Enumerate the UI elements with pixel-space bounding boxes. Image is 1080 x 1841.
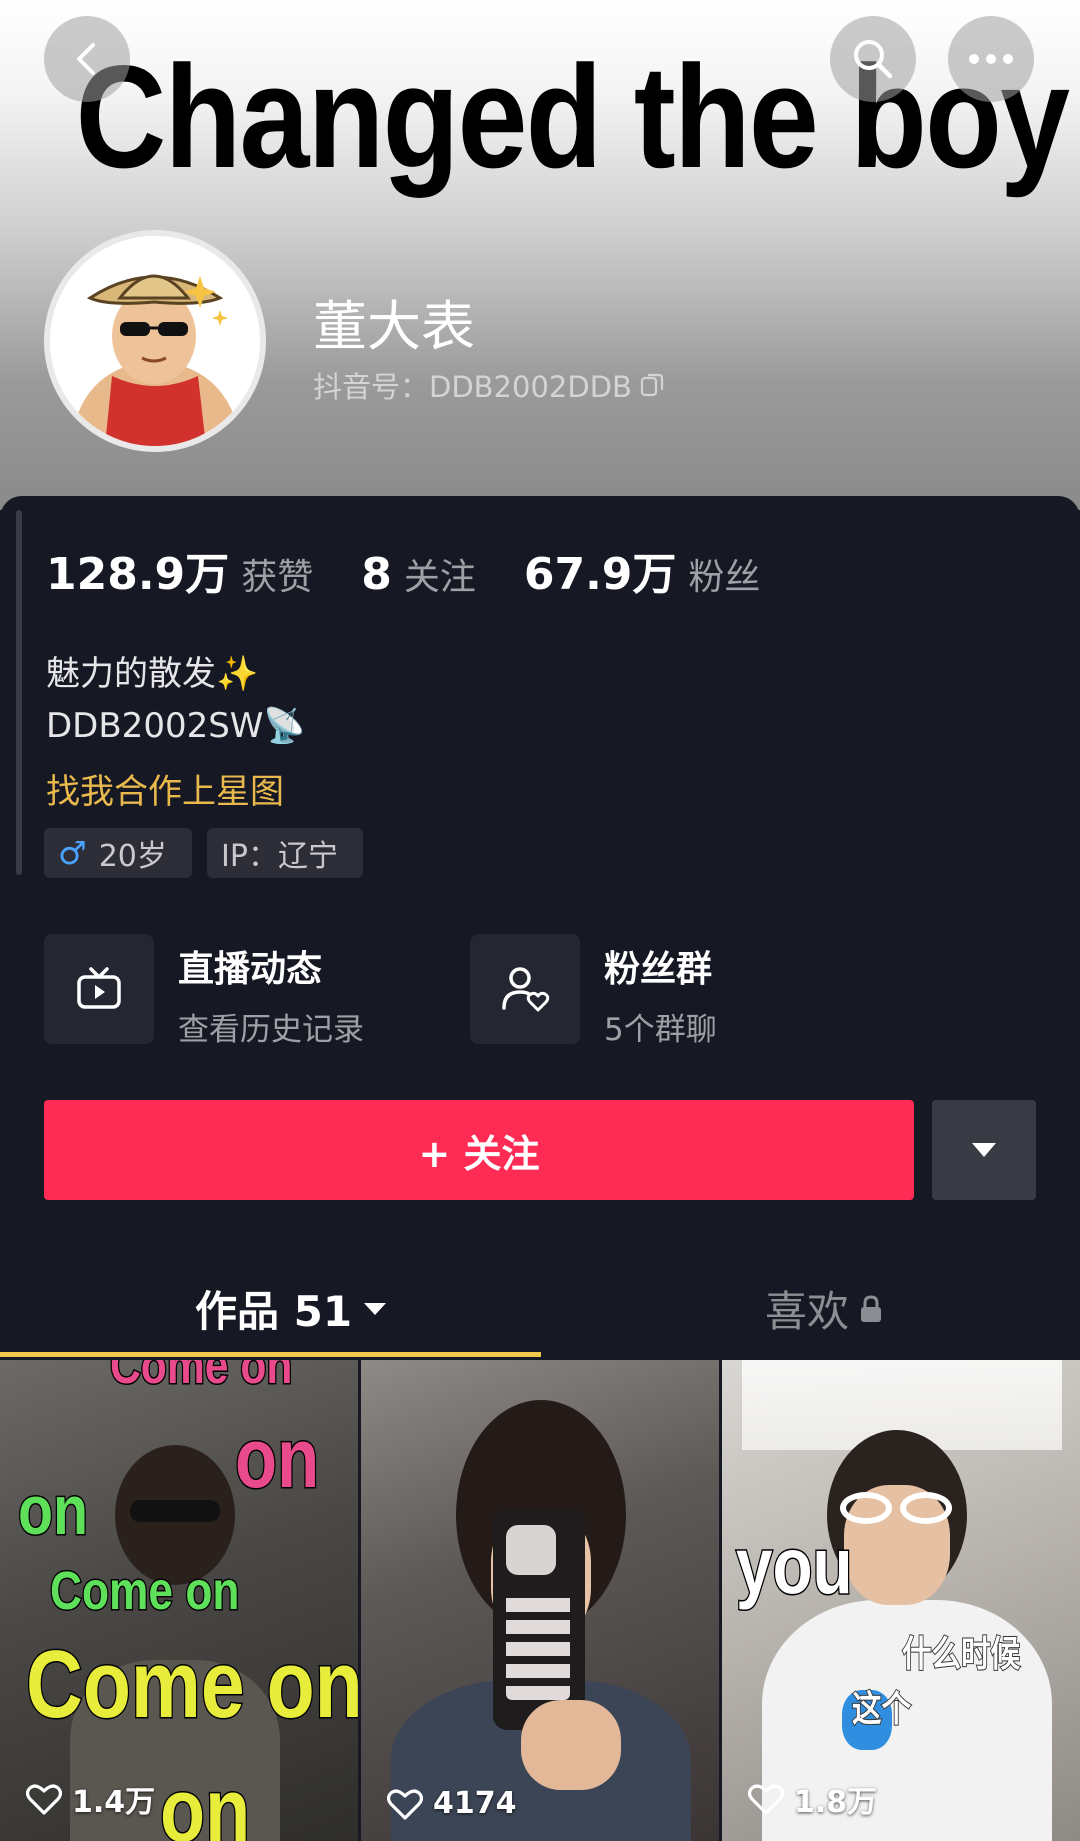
- bio-line-2: DDB2002SW📡: [46, 706, 306, 746]
- video-caption: you: [735, 1520, 854, 1612]
- follow-button[interactable]: + 关注: [44, 1100, 914, 1200]
- tab-likes[interactable]: 喜欢: [765, 1278, 883, 1339]
- male-icon: ♂: [58, 834, 87, 872]
- copy-icon[interactable]: [640, 372, 664, 398]
- caret-down-icon: [972, 1143, 996, 1157]
- live-feed-subtitle: 查看历史记录: [178, 1012, 364, 1048]
- video-caption: Come on: [49, 1560, 241, 1623]
- heart-icon: [387, 1788, 423, 1820]
- bio-line-1-text: 魅力的散发: [46, 654, 216, 694]
- age-text: 20岁: [98, 839, 167, 874]
- glasses-right: [900, 1492, 952, 1524]
- stat-likes[interactable]: 128.9万 获赞: [46, 538, 313, 602]
- chevron-left-icon: [77, 43, 95, 75]
- video-thumbnail[interactable]: you 什么时候 这个 1.8万: [722, 1360, 1080, 1841]
- video-caption: Come on: [25, 1630, 358, 1740]
- avatar[interactable]: [44, 230, 266, 452]
- stats-row: 128.9万 获赞 8 关注 67.9万 粉丝: [46, 538, 808, 602]
- avatar-illustration: [50, 236, 260, 446]
- hand: [521, 1700, 621, 1790]
- gender-age-tag: ♂ 20岁: [44, 828, 192, 878]
- video-caption: 这个: [851, 1687, 912, 1730]
- bio-line-2-text: DDB2002SW: [46, 706, 264, 746]
- profile-header: Changed the boy 董大表 抖音号：DDB2002DDB: [0, 0, 1080, 510]
- tab-works-label: 作品 51: [195, 1287, 353, 1336]
- video-caption: on: [159, 1760, 252, 1841]
- star-map-link[interactable]: 找我合作上星图: [46, 764, 284, 813]
- phone-camera: [506, 1525, 556, 1575]
- ip-location-tag: IP：辽宁: [207, 828, 363, 878]
- video-like-count-text: 1.4万: [72, 1785, 156, 1820]
- douyin-id-row[interactable]: 抖音号：DDB2002DDB: [313, 364, 664, 406]
- search-icon: [854, 40, 893, 79]
- stat-likes-value: 128.9万: [46, 549, 230, 600]
- stat-followers[interactable]: 67.9万 粉丝: [524, 538, 761, 602]
- fan-group-title[interactable]: 粉丝群: [604, 940, 712, 992]
- video-like-count-text: 4174: [433, 1786, 517, 1821]
- recommend-dropdown-button[interactable]: [932, 1100, 1036, 1200]
- tv-play-icon: [77, 967, 121, 1009]
- bio-line-1: 魅力的散发✨: [46, 646, 258, 695]
- live-feed-title[interactable]: 直播动态: [178, 940, 322, 992]
- tab-works[interactable]: 作品 51: [195, 1278, 388, 1339]
- fan-group-button[interactable]: [470, 934, 580, 1044]
- heart-icon: [748, 1784, 784, 1815]
- video-like-count-text: 1.8万: [794, 1785, 878, 1820]
- sparkles-icon: ✨: [216, 654, 259, 694]
- video-like-count: 4174: [387, 1786, 517, 1821]
- video-caption: Come on: [109, 1360, 294, 1397]
- stat-following-value: 8: [361, 549, 392, 600]
- heart-icon: [26, 1784, 62, 1815]
- user-heart-icon: [502, 967, 550, 1012]
- search-button[interactable]: [830, 16, 916, 102]
- more-button[interactable]: [948, 16, 1034, 102]
- tab-likes-label: 喜欢: [765, 1287, 850, 1336]
- satellite-icon: 📡: [263, 706, 306, 746]
- more-dots-icon: [969, 54, 1013, 64]
- video-like-count: 1.8万: [748, 1777, 877, 1821]
- stat-followers-value: 67.9万: [523, 549, 677, 600]
- caret-down-icon: [364, 1302, 387, 1315]
- lock-icon: [861, 1294, 882, 1322]
- stat-following-label: 关注: [403, 557, 476, 598]
- fan-group-subtitle: 5个群聊: [604, 1012, 717, 1048]
- video-caption: 什么时候: [901, 1632, 1021, 1675]
- live-feed-button[interactable]: [44, 934, 154, 1044]
- video-thumbnail[interactable]: 4174: [361, 1360, 719, 1841]
- stat-following[interactable]: 8 关注: [361, 548, 476, 600]
- video-like-count: 1.4万: [26, 1777, 155, 1821]
- stat-likes-label: 获赞: [241, 557, 314, 598]
- douyin-id-text: 抖音号：DDB2002DDB: [313, 370, 632, 404]
- scroll-indicator: [16, 510, 22, 875]
- video-thumbnail[interactable]: Come on on on Come on Come on on 1.4万: [0, 1360, 358, 1841]
- stat-followers-label: 粉丝: [688, 557, 761, 598]
- active-tab-underline: [0, 1352, 541, 1357]
- phone-keypad: [506, 1590, 570, 1700]
- video-caption: on: [17, 1470, 90, 1551]
- video-caption: on: [234, 1410, 321, 1507]
- sunglasses: [130, 1500, 220, 1522]
- back-button[interactable]: [44, 16, 130, 102]
- nickname: 董大表: [313, 295, 475, 358]
